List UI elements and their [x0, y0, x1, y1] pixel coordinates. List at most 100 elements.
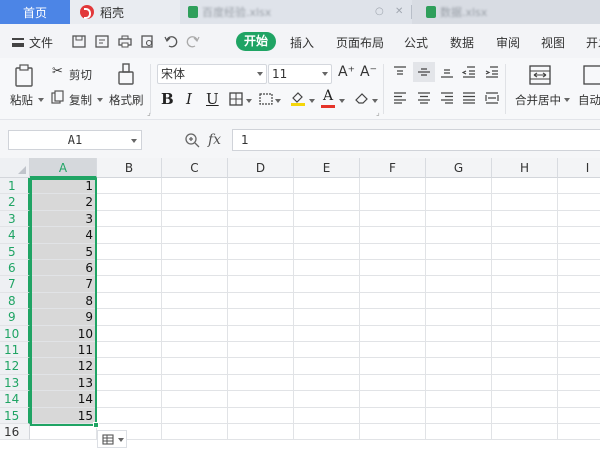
cell-h12[interactable] — [492, 358, 558, 375]
save-icon[interactable] — [72, 35, 86, 48]
font-name-select[interactable]: 宋体 — [157, 64, 267, 84]
cell-d10[interactable] — [228, 325, 294, 342]
cell-g16[interactable] — [426, 424, 492, 441]
increase-font-icon[interactable]: A⁺ — [338, 64, 355, 80]
decrease-font-icon[interactable]: A⁻ — [360, 64, 377, 80]
cell-a16[interactable] — [30, 424, 97, 441]
tab-view[interactable]: 视图 — [541, 34, 565, 51]
cell-e16[interactable] — [294, 424, 360, 441]
cell-a12[interactable]: 12 — [30, 358, 97, 375]
cell-d6[interactable] — [228, 260, 294, 277]
cell-f7[interactable] — [360, 276, 426, 293]
cell-e15[interactable] — [294, 407, 360, 424]
cell-a4[interactable]: 4 — [30, 227, 97, 244]
cell-c15[interactable] — [162, 407, 228, 424]
align-top-icon[interactable] — [393, 66, 407, 78]
row-header-15[interactable]: 15 — [0, 407, 30, 424]
column-header-h[interactable]: H — [492, 158, 558, 178]
cell-h11[interactable] — [492, 342, 558, 359]
border-dropdown-icon[interactable] — [246, 99, 252, 103]
cell-g2[interactable] — [426, 194, 492, 211]
cell-b10[interactable] — [97, 325, 162, 342]
clipboard-group-launcher-icon[interactable]: ⌟ — [147, 108, 151, 117]
column-header-a[interactable]: A — [30, 158, 97, 178]
cell-b9[interactable] — [97, 309, 162, 326]
cell-i4[interactable] — [558, 227, 600, 244]
merge-dropdown-icon[interactable] — [564, 98, 570, 102]
cell-c10[interactable] — [162, 325, 228, 342]
redo-icon[interactable] — [186, 35, 200, 48]
cell-d9[interactable] — [228, 309, 294, 326]
distributed-align-icon[interactable] — [485, 92, 499, 104]
cell-d8[interactable] — [228, 292, 294, 310]
cell-b15[interactable] — [97, 407, 162, 424]
cell-g11[interactable] — [426, 342, 492, 359]
format-painter-button[interactable]: 格式刷 — [109, 92, 144, 108]
cell-g3[interactable] — [426, 210, 492, 228]
fill-color-icon[interactable] — [290, 90, 306, 106]
formula-input[interactable]: 1 — [232, 129, 600, 151]
cell-f14[interactable] — [360, 391, 426, 408]
cell-g12[interactable] — [426, 358, 492, 375]
row-header-1[interactable]: 1 — [0, 178, 30, 195]
cell-d12[interactable] — [228, 358, 294, 375]
cell-c5[interactable] — [162, 243, 228, 260]
row-header-6[interactable]: 6 — [0, 260, 30, 277]
cell-a7[interactable]: 7 — [30, 276, 97, 293]
cell-h2[interactable] — [492, 194, 558, 211]
cell-a2[interactable]: 2 — [30, 194, 97, 211]
row-header-11[interactable]: 11 — [0, 342, 30, 359]
cell-g13[interactable] — [426, 374, 492, 392]
cell-e5[interactable] — [294, 243, 360, 260]
underline-button[interactable]: U — [206, 90, 219, 108]
cell-a1[interactable]: 1 — [30, 178, 97, 195]
row-header-14[interactable]: 14 — [0, 391, 30, 408]
cell-g14[interactable] — [426, 391, 492, 408]
cell-i5[interactable] — [558, 244, 600, 260]
column-header-g[interactable]: G — [426, 158, 492, 178]
cell-e14[interactable] — [294, 391, 360, 408]
cell-style-dropdown-icon[interactable] — [275, 99, 281, 103]
cell-i15[interactable] — [558, 408, 600, 424]
cell-e10[interactable] — [294, 325, 360, 342]
cell-d13[interactable] — [228, 374, 294, 392]
column-header-c[interactable]: C — [162, 158, 228, 178]
cell-d16[interactable] — [228, 424, 294, 441]
justify-icon[interactable] — [462, 92, 476, 104]
cell-f5[interactable] — [360, 243, 426, 260]
cell-i7[interactable] — [558, 276, 600, 293]
cell-b2[interactable] — [97, 194, 162, 211]
cell-c7[interactable] — [162, 276, 228, 293]
cell-a10[interactable]: 10 — [30, 325, 97, 342]
cell-h10[interactable] — [492, 325, 558, 342]
tab-document-1-x-icon[interactable]: ✕ — [395, 6, 403, 17]
cell-c9[interactable] — [162, 309, 228, 326]
row-header-2[interactable]: 2 — [0, 194, 30, 211]
cell-style-icon[interactable] — [259, 92, 273, 106]
paste-button[interactable]: 粘贴 — [10, 92, 33, 108]
tab-formulas[interactable]: 公式 — [404, 34, 428, 51]
row-header-5[interactable]: 5 — [0, 243, 30, 260]
column-header-i[interactable]: I — [558, 158, 600, 178]
cell-c13[interactable] — [162, 374, 228, 392]
cut-button[interactable]: 剪切 — [69, 67, 92, 83]
cell-h1[interactable] — [492, 178, 558, 195]
cell-f16[interactable] — [360, 424, 426, 441]
cell-f9[interactable] — [360, 309, 426, 326]
column-header-d[interactable]: D — [228, 158, 294, 178]
spreadsheet-grid[interactable]: ABCDEFGHI 1 2 3 4 5 6 7 8 9 10 11 12 13 14 15 16 123456… — [0, 158, 600, 450]
cell-a11[interactable]: 11 — [30, 342, 97, 359]
cell-b4[interactable] — [97, 227, 162, 244]
cell-i10[interactable] — [558, 326, 600, 342]
cell-b8[interactable] — [97, 292, 162, 310]
cell-a14[interactable]: 14 — [30, 391, 97, 408]
tab-review[interactable]: 审阅 — [496, 34, 520, 51]
font-color-icon[interactable]: A — [323, 88, 333, 104]
cell-f4[interactable] — [360, 227, 426, 244]
cell-h13[interactable] — [492, 374, 558, 392]
cell-d5[interactable] — [228, 243, 294, 260]
cell-i6[interactable] — [558, 260, 600, 277]
align-left-icon[interactable] — [393, 92, 407, 104]
cell-c14[interactable] — [162, 391, 228, 408]
row-header-13[interactable]: 13 — [0, 374, 30, 392]
